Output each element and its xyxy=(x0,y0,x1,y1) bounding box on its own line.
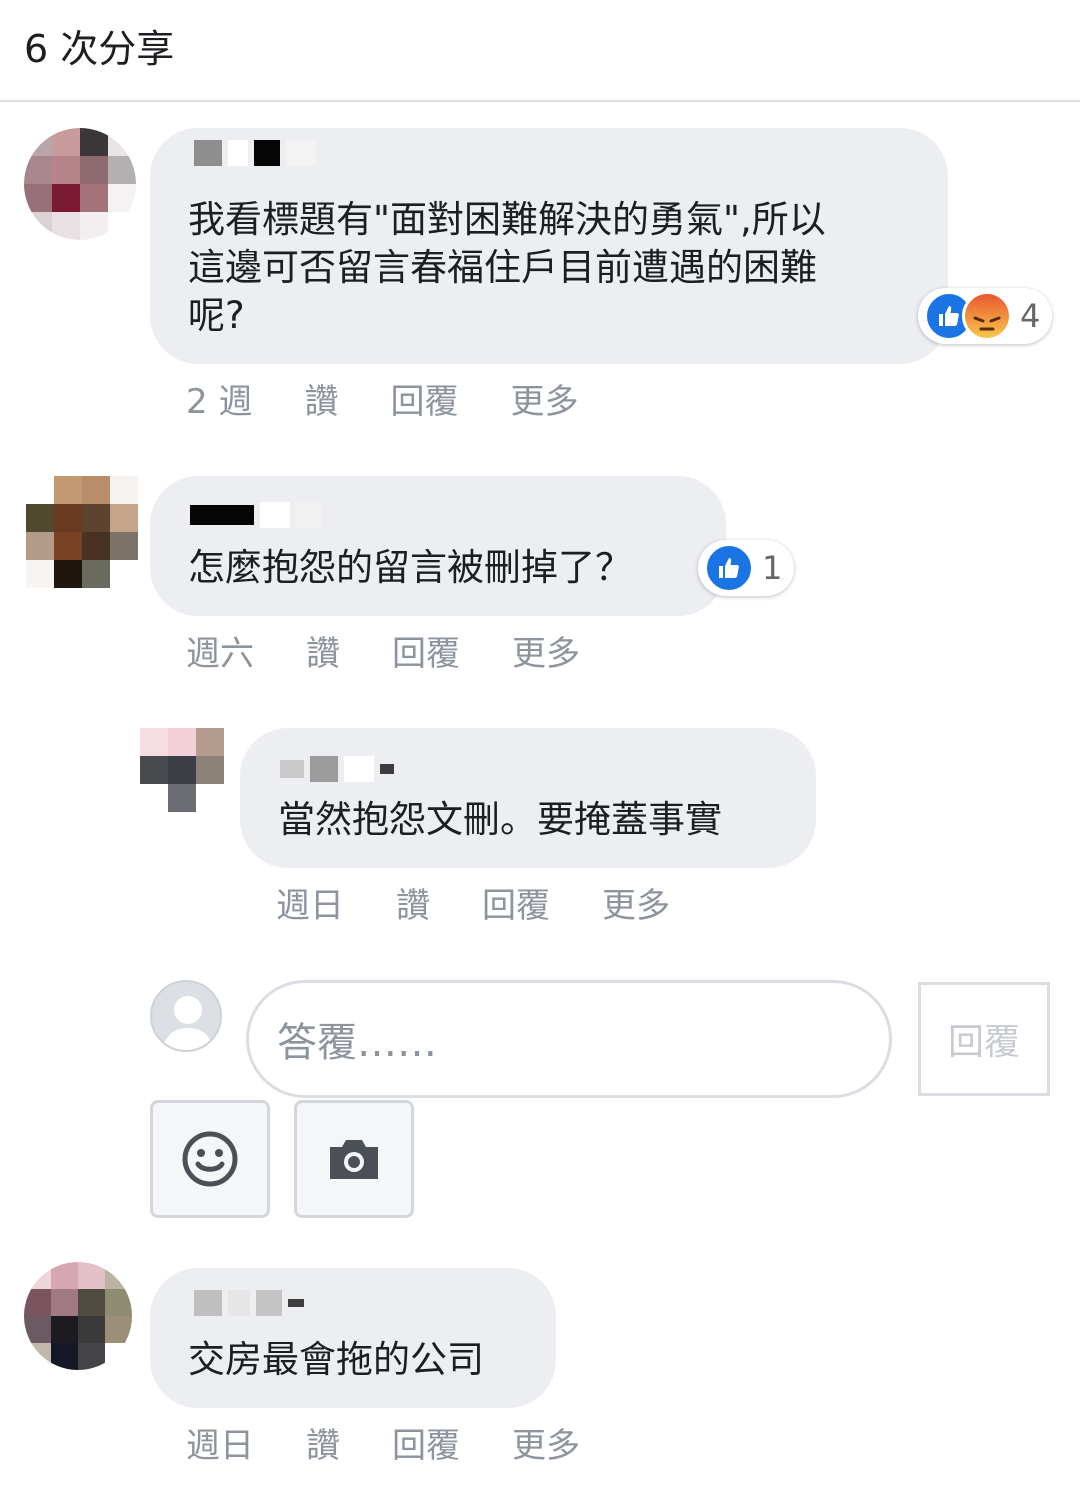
like-button[interactable]: 讚 xyxy=(306,1418,340,1467)
reply-button[interactable]: 回覆 xyxy=(392,1418,460,1467)
reply-placeholder: 答覆…… xyxy=(277,1020,437,1066)
reaction-summary[interactable]: 1 xyxy=(698,540,795,596)
avatar[interactable] xyxy=(24,128,136,240)
reply-button[interactable]: 回覆 xyxy=(392,626,460,675)
more-button[interactable]: 更多 xyxy=(602,878,670,927)
commenter-name[interactable] xyxy=(194,140,316,166)
commenter-name[interactable] xyxy=(190,502,322,528)
reply-button[interactable]: 回覆 xyxy=(482,878,550,927)
commenter-name[interactable] xyxy=(194,1290,304,1316)
comment-bubble[interactable]: 我看標題有"面對困難解決的勇氣",所以 這邊可否留言春福住戶目前遭遇的困難 呢? xyxy=(150,128,948,364)
comment-text: 當然抱怨文刪。要掩蓋事實 xyxy=(278,798,722,841)
more-button[interactable]: 更多 xyxy=(510,374,578,423)
timestamp[interactable]: 週日 xyxy=(186,1418,254,1467)
comment-text: 怎麼抱怨的留言被刪掉了？ xyxy=(188,546,632,589)
more-button[interactable]: 更多 xyxy=(512,1418,580,1467)
like-button[interactable]: 讚 xyxy=(396,878,430,927)
thumbs-up-icon xyxy=(704,543,754,593)
camera-icon xyxy=(330,1140,378,1179)
comment-bubble[interactable]: 交房最會拖的公司 xyxy=(150,1268,556,1408)
more-button[interactable]: 更多 xyxy=(512,626,580,675)
smiley-icon xyxy=(182,1131,238,1187)
comment-actions: 2 週 讚 回覆 更多 xyxy=(186,374,630,423)
like-button[interactable]: 讚 xyxy=(306,626,340,675)
photo-button[interactable] xyxy=(294,1100,414,1218)
reaction-count: 1 xyxy=(762,549,783,587)
timestamp[interactable]: 週六 xyxy=(186,626,254,675)
angry-face-icon xyxy=(962,291,1012,341)
reaction-summary[interactable]: 4 xyxy=(918,288,1053,344)
comment-bubble[interactable]: 當然抱怨文刪。要掩蓋事實 xyxy=(240,728,816,868)
comment-actions: 週日 讚 回覆 更多 xyxy=(186,1418,632,1467)
timestamp[interactable]: 2 週 xyxy=(186,374,252,423)
avatar[interactable] xyxy=(140,728,224,812)
comment-text: 交房最會拖的公司 xyxy=(188,1338,484,1381)
avatar[interactable] xyxy=(24,1262,132,1370)
avatar[interactable] xyxy=(26,476,138,588)
comment-actions: 週六 讚 回覆 更多 xyxy=(186,626,632,675)
divider xyxy=(0,100,1080,102)
comment-actions: 週日 讚 回覆 更多 xyxy=(276,878,722,927)
reaction-count: 4 xyxy=(1020,297,1041,335)
comment-text: 我看標題有"面對困難解決的勇氣",所以 這邊可否留言春福住戶目前遭遇的困難 呢? xyxy=(188,198,826,337)
comment-bubble[interactable]: 怎麼抱怨的留言被刪掉了？ xyxy=(150,476,726,616)
reply-button[interactable]: 回覆 xyxy=(390,374,458,423)
timestamp[interactable]: 週日 xyxy=(276,878,344,927)
like-button[interactable]: 讚 xyxy=(304,374,338,423)
share-count[interactable]: 6 次分享 xyxy=(24,18,174,73)
default-avatar-icon xyxy=(150,980,222,1052)
reply-input[interactable]: 答覆…… xyxy=(246,980,892,1098)
emoji-button[interactable] xyxy=(150,1100,270,1218)
commenter-name[interactable] xyxy=(280,756,394,782)
reply-submit-button[interactable]: 回覆 xyxy=(918,982,1050,1096)
